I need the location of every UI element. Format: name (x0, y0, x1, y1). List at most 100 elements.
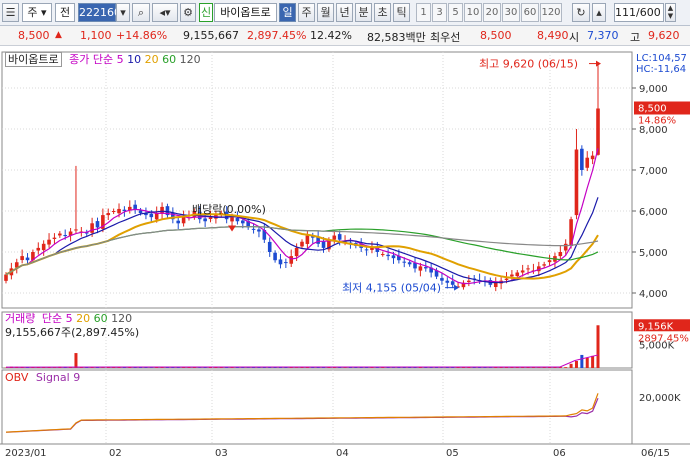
market-select[interactable]: 주 ▾ (22, 3, 52, 22)
code-input[interactable]: 222160 (78, 3, 121, 22)
obv-y-tick: 20,000K (639, 393, 681, 404)
sound-icon[interactable]: ◂▾ (152, 3, 178, 22)
candle-54 (294, 247, 299, 257)
volume-bar-110 (596, 325, 600, 368)
best-quote-label: 최우선 (430, 31, 461, 44)
candle-44 (241, 220, 245, 224)
candle-96 (520, 270, 525, 273)
candle-56 (305, 235, 310, 244)
stock-name: 바이옵트로 (214, 3, 277, 22)
candle-70 (380, 254, 385, 256)
settings-icon[interactable]: ⚙ (180, 3, 196, 22)
candle-53 (289, 256, 294, 264)
candle-38 (208, 217, 213, 220)
candle-77 (418, 266, 423, 271)
obv-label: OBV (5, 371, 29, 384)
period-tab-5[interactable]: 초 (374, 3, 391, 22)
interval-60[interactable]: 60 (521, 3, 539, 22)
ma-line-5 (5, 148, 599, 285)
volume-value: 9,155,667 (183, 29, 239, 42)
bar-counter[interactable]: 111/600 (614, 3, 664, 22)
candle-4 (25, 257, 30, 261)
price-change: 1,100 (80, 29, 112, 42)
candle-37 (203, 218, 207, 222)
open-label: 시 (569, 31, 580, 44)
period-tab-2[interactable]: 월 (317, 3, 334, 22)
stock-chart[interactable]: 9,000 8,000 7,000 6,000 5,000 4,000 2023/01 02 0… (0, 46, 690, 464)
high-label: 고 (630, 31, 641, 44)
price-panel-name: 바이옵트로 (5, 52, 62, 67)
period-tab-6[interactable]: 틱 (393, 3, 410, 22)
ma-label: 종가 단순 (69, 53, 114, 66)
counter-up-icon[interactable]: ▲ ▼ (665, 3, 676, 22)
low-annotation: 최저 4,155 (05/04) (342, 282, 441, 295)
candle-10 (58, 233, 62, 236)
period-tab-3[interactable]: 년 (336, 3, 353, 22)
ma-period-5: 5 (116, 53, 124, 66)
last-volume-label: 9,156K (638, 321, 674, 332)
candle-0 (4, 274, 8, 281)
volume-bar-106 (574, 361, 578, 368)
period-tab-0[interactable]: 일 (279, 3, 296, 22)
crosshair-icon[interactable]: ▴ (592, 3, 606, 22)
volume-bar-97 (526, 367, 530, 368)
high-annotation: 최고 9,620 (06/15) (479, 58, 578, 71)
interval-5[interactable]: 5 (448, 3, 463, 22)
period-tab-1[interactable]: 주 (298, 3, 315, 22)
volume-bar-109 (591, 355, 595, 368)
interval-120[interactable]: 120 (540, 3, 562, 22)
interval-30[interactable]: 30 (502, 3, 520, 22)
candle-55 (300, 241, 304, 247)
candle-71 (386, 254, 390, 257)
y-tick-3: 6,000 (639, 207, 668, 218)
volume-bar-13 (74, 353, 78, 368)
candle-46 (251, 228, 256, 230)
refresh-icon[interactable]: ↻ (572, 3, 590, 22)
candle-72 (391, 255, 396, 259)
obv-panel-title: OBV Signal 9 (5, 371, 80, 384)
x-tick-4: 05 (446, 448, 459, 459)
prev-select[interactable]: 전 (55, 3, 75, 22)
candle-8 (47, 239, 51, 245)
candle-42 (230, 217, 234, 222)
candle-74 (402, 261, 407, 263)
interval-1[interactable]: 1 (416, 3, 431, 22)
hc-label: HC:-11,64 (636, 64, 686, 75)
ask-price: 8,500 (480, 29, 512, 42)
turnover-rate: 12.42% (310, 29, 352, 42)
obv-signal-line (5, 397, 599, 433)
open-price: 7,370 (587, 29, 619, 42)
candle-27 (149, 213, 154, 218)
up-arrow-icon: ▲ (55, 30, 62, 40)
price-change-pct: +14.86% (116, 29, 168, 42)
candle-110 (596, 108, 600, 155)
interval-10[interactable]: 10 (464, 3, 482, 22)
ma-period-120: 120 (176, 53, 201, 66)
candle-24 (133, 204, 137, 209)
interval-20[interactable]: 20 (483, 3, 501, 22)
y-tick-2: 7,000 (639, 166, 668, 177)
candle-9 (52, 237, 57, 239)
candle-52 (284, 262, 288, 264)
interval-3[interactable]: 3 (432, 3, 447, 22)
candle-21 (117, 208, 121, 214)
candle-94 (510, 274, 514, 277)
candle-91 (493, 282, 498, 288)
candle-83 (450, 281, 455, 285)
obv-lines (5, 393, 599, 433)
candle-81 (440, 278, 444, 281)
candle-75 (407, 262, 412, 265)
volume-pct: 2,897.45% (247, 29, 307, 42)
period-tab-4[interactable]: 분 (355, 3, 372, 22)
market-label: 주 (27, 6, 38, 19)
search-icon[interactable]: ⌕ (132, 3, 150, 22)
candle-6 (36, 247, 41, 251)
last-price-pct: 14.86% (638, 116, 676, 127)
price-panel-title: 바이옵트로 종가 단순 5 10 20 60 120 (5, 51, 201, 67)
dividend-annotation: 배당락(0.00%) (192, 203, 266, 216)
menu-icon[interactable]: ☰ (2, 3, 19, 22)
candle-32 (176, 220, 181, 224)
code-dropdown-icon[interactable]: ▾ (116, 3, 130, 22)
prefix2-label: 전 (59, 6, 71, 19)
candle-20 (111, 211, 116, 212)
